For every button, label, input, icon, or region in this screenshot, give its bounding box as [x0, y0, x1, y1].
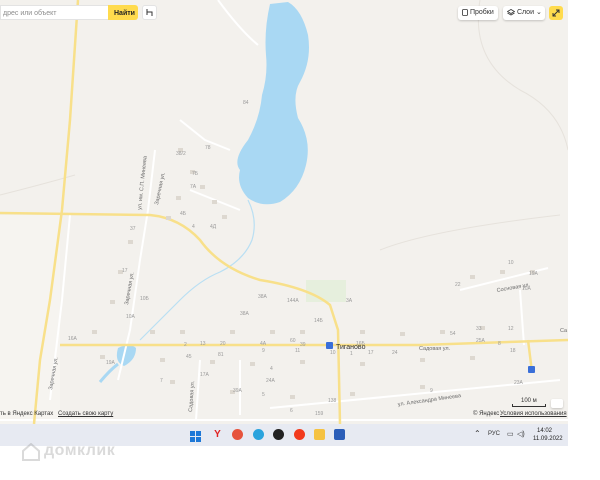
search-button[interactable]: Найти [108, 5, 138, 20]
map-layer[interactable]: Заречная ул. ул. им. С.П. Минеева Заречн… [0, 0, 568, 424]
house-number: 7Б [192, 171, 199, 177]
route-icon [146, 9, 153, 16]
layers-button[interactable]: Слои ⌄ [503, 6, 545, 20]
language-indicator[interactable]: РУС [488, 431, 500, 437]
street-label-sadovaya: Садовая ул. [419, 346, 451, 352]
house-number: 25А [476, 338, 486, 344]
clock-time[interactable]: 14:02 [537, 428, 552, 434]
telegram-icon[interactable] [253, 429, 264, 440]
yandex-browser-icon[interactable]: Y [212, 429, 223, 440]
house-number: 38А [240, 311, 250, 317]
house-number: 138 [328, 398, 337, 404]
browser-viewport: Заречная ул. ул. им. С.П. Минеева Заречн… [0, 0, 568, 446]
house-number: 10А [522, 286, 532, 292]
house-number: 78 [205, 145, 211, 151]
search-input[interactable]: дрес или объект [0, 5, 108, 20]
house-number: 10А [126, 314, 136, 320]
open-in-yandex-link[interactable]: ть в Яндекс Картах [0, 411, 53, 417]
chevron-down-icon: ⌄ [535, 9, 542, 16]
clock-date[interactable]: 11.09.2022 [533, 436, 563, 442]
create-map-link[interactable]: Создать свою карту [58, 411, 113, 417]
house-number: 2 [184, 342, 187, 348]
map-footer: ть в Яндекс Картах Создать свою карту © … [0, 408, 568, 422]
start-button[interactable] [190, 429, 201, 442]
fullscreen-button[interactable] [549, 6, 563, 20]
tray-chevron-up-icon[interactable]: ⌃ [474, 429, 481, 438]
house-number: 39 [300, 342, 306, 348]
house-number: 4 [192, 224, 195, 230]
house-number: 10Б [140, 296, 150, 302]
watermark: домклик [44, 442, 116, 459]
street-label-edge: Са [560, 328, 568, 334]
app-icon[interactable] [232, 429, 243, 440]
windows-icon [190, 431, 201, 442]
house-number: 5 [262, 392, 265, 398]
expand-icon [552, 9, 560, 17]
house-number: 7 [160, 378, 163, 384]
house-number: 84 [243, 100, 249, 106]
house-number: 9 [430, 388, 433, 394]
house-number: 8 [498, 341, 501, 347]
house-number: 18 [510, 348, 516, 354]
yandex-icon[interactable] [294, 429, 305, 440]
map-canvas[interactable]: Заречная ул. ул. им. С.П. Минеева Заречн… [0, 0, 568, 424]
traffic-label: Пробки [469, 9, 494, 16]
house-number: 60 [290, 338, 296, 344]
house-number: 9 [262, 348, 265, 354]
house-number: 20 [220, 341, 226, 347]
house-number: 39А [233, 388, 243, 394]
house-number: 24 [392, 350, 398, 356]
house-number: 38А [258, 294, 268, 300]
house-number: 3А [346, 298, 353, 304]
house-number: 19А [106, 360, 116, 366]
house-number: 38/2 [176, 151, 186, 157]
house-number: 4Б [180, 211, 187, 217]
bus-stop-icon [326, 342, 333, 349]
house-number: 22 [455, 282, 461, 288]
house-number: 13 [200, 341, 206, 347]
network-icon[interactable]: ▭ [507, 430, 514, 438]
app-icon[interactable] [273, 429, 284, 440]
house-number: 1 [350, 351, 353, 357]
house-number: 4 [270, 366, 273, 372]
house-number: 4Д [210, 224, 217, 230]
traffic-button[interactable]: Пробки [458, 6, 498, 20]
house-number: 16А [68, 336, 78, 342]
house-number: 23А [514, 380, 524, 386]
layers-label: Слои [516, 9, 534, 16]
house-number: 14Б [314, 318, 324, 324]
house-number: 45 [186, 354, 192, 360]
word-icon[interactable] [334, 429, 345, 440]
layers-icon [507, 8, 515, 16]
domclick-logo-icon [22, 443, 40, 461]
ruler-icon[interactable] [551, 399, 563, 408]
house-number: 7А [190, 184, 197, 190]
house-number: 33 [476, 326, 482, 332]
house-number: 10 [330, 350, 336, 356]
bus-stop-icon [528, 366, 535, 373]
copyright-text: © Яндекс [473, 411, 500, 417]
house-number: 10 [508, 260, 514, 266]
scale-bar [512, 404, 546, 407]
house-number: 17А [200, 372, 210, 378]
house-number: 12 [508, 326, 514, 332]
house-number: 4А [260, 341, 267, 347]
house-number: 16Б [356, 341, 366, 347]
green-area [306, 280, 346, 302]
house-number: 81 [218, 352, 224, 358]
volume-icon[interactable]: ◁) [517, 430, 525, 438]
house-number: 54 [450, 331, 456, 337]
traffic-light-icon [462, 8, 468, 16]
house-number: 17 [122, 268, 128, 274]
house-number: 19А [529, 271, 539, 277]
house-number: 37 [130, 226, 136, 232]
house-number: 24А [266, 378, 276, 384]
house-number: 144А [287, 298, 299, 304]
house-number: 17 [368, 350, 374, 356]
route-button[interactable] [142, 5, 157, 20]
terms-link[interactable]: Условия использования [500, 411, 567, 417]
house-number: 11 [295, 348, 300, 354]
file-explorer-icon[interactable] [314, 429, 325, 440]
